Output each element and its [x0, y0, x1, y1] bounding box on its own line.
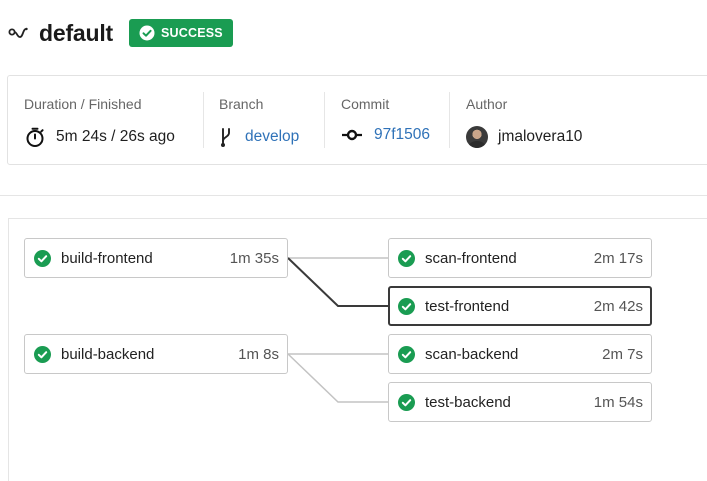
step-name: build-frontend [61, 249, 153, 267]
stopwatch-icon [24, 126, 46, 148]
avatar [466, 126, 488, 148]
check-circle-icon [398, 345, 415, 363]
section-divider [0, 195, 707, 196]
step-build-backend[interactable]: build-backend 1m 8s [24, 334, 288, 374]
step-scan-backend[interactable]: scan-backend 2m 7s [388, 334, 652, 374]
check-circle-icon [398, 249, 415, 267]
commit-link[interactable]: 97f1506 [374, 126, 430, 144]
step-build-frontend[interactable]: build-frontend 1m 35s [24, 238, 288, 278]
step-name: build-backend [61, 345, 155, 363]
branch-label: Branch [219, 96, 264, 112]
commit-value[interactable]: 97f1506 [341, 126, 430, 144]
step-test-backend[interactable]: test-backend 1m 54s [388, 382, 652, 422]
duration-label: Duration / Finished [24, 96, 142, 112]
divider [449, 92, 450, 148]
check-circle-icon [139, 25, 155, 41]
step-scan-frontend[interactable]: scan-frontend 2m 17s [388, 238, 652, 278]
check-circle-icon [34, 249, 51, 267]
check-circle-icon [34, 345, 51, 363]
step-duration: 2m 42s [593, 297, 643, 315]
branch-link[interactable]: develop [245, 128, 299, 146]
pipeline-title: default [39, 19, 113, 46]
commit-icon [341, 128, 363, 142]
step-duration: 1m 8s [238, 345, 279, 363]
step-name: test-backend [425, 393, 511, 411]
divider [203, 92, 204, 148]
step-name: test-frontend [425, 297, 510, 315]
status-badge: SUCCESS [129, 19, 233, 47]
duration-text: 5m 24s / 26s ago [56, 128, 175, 145]
author-value: jmalovera10 [466, 126, 582, 148]
commit-label: Commit [341, 96, 390, 112]
step-duration: 2m 17s [593, 249, 643, 267]
duration-value: 5m 24s / 26s ago [24, 126, 175, 148]
pipeline-icon [8, 25, 30, 41]
author-name: jmalovera10 [498, 128, 583, 145]
branch-icon [219, 126, 233, 148]
step-duration: 1m 54s [593, 393, 643, 411]
check-circle-icon [398, 297, 415, 315]
run-info-card: Duration / Finished 5m 24s / 26s ago Bra… [7, 75, 707, 165]
divider [324, 92, 325, 148]
pipeline-header: default SUCCESS [8, 18, 233, 48]
check-circle-icon [398, 393, 415, 411]
step-name: scan-backend [425, 345, 519, 363]
step-name: scan-frontend [425, 249, 517, 267]
step-test-frontend[interactable]: test-frontend 2m 42s [388, 286, 652, 326]
author-label: Author [466, 96, 508, 112]
status-label: SUCCESS [161, 26, 223, 40]
step-duration: 1m 35s [229, 249, 279, 267]
branch-value[interactable]: develop [219, 126, 299, 148]
step-duration: 2m 7s [602, 345, 643, 363]
